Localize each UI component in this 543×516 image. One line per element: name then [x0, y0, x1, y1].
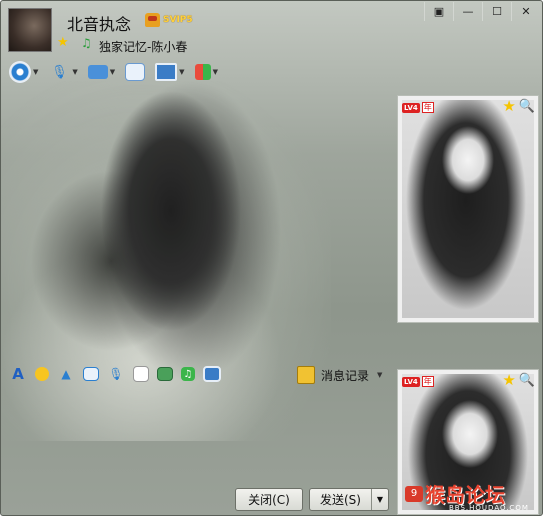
voice-message-icon[interactable]: 🎙 — [107, 365, 125, 383]
send-options-dropdown[interactable]: ▼ — [371, 489, 388, 510]
file-transfer-button[interactable]: ▼ — [87, 65, 115, 79]
svip-badge[interactable]: SVIP5 — [145, 13, 193, 27]
message-button[interactable] — [125, 63, 146, 81]
gold-star-icon[interactable]: ★ — [502, 373, 515, 388]
background-photo — [1, 81, 331, 441]
chevron-down-icon[interactable]: ▼ — [72, 68, 77, 76]
gold-star-icon[interactable]: ★ — [502, 99, 515, 114]
close-button[interactable]: 关闭(C) — [235, 488, 303, 511]
doodle-icon[interactable] — [133, 366, 149, 382]
magnifier-icon[interactable]: 🔍 — [519, 373, 535, 388]
contact-photo — [402, 100, 534, 318]
send-button[interactable]: 发送(S) ▼ — [309, 488, 389, 511]
year-badge: 年 — [421, 102, 434, 113]
window-shake-icon[interactable] — [83, 367, 99, 381]
message-history-label: 消息记录 — [321, 368, 370, 383]
svip-level: SVIP5 — [163, 15, 193, 25]
crown-icon — [145, 13, 160, 27]
microphone-icon: 🎙 — [51, 64, 68, 80]
close-window-button[interactable]: ✕ — [511, 2, 540, 21]
magnifier-icon[interactable]: 🔍 — [519, 99, 535, 114]
folder-icon — [87, 65, 108, 79]
watermark-url: BBS.HOUDAO.COM — [449, 504, 529, 512]
contact-nickname[interactable]: 北音执念 — [67, 11, 131, 35]
screenshot-icon[interactable] — [203, 366, 221, 382]
camera-icon — [9, 61, 31, 83]
card-icons: ★ 🔍 — [502, 99, 535, 115]
magic-icon[interactable]: ▲ — [57, 365, 75, 383]
star-icon[interactable]: ★ — [57, 36, 69, 49]
level-badge: LV4 年 — [402, 102, 434, 113]
signature: 独家记忆-陈小春 — [99, 40, 188, 54]
minimize-button[interactable]: — — [453, 2, 482, 21]
chevron-down-icon[interactable]: ▼ — [33, 68, 38, 76]
level-text: LV4 — [402, 102, 420, 113]
message-history-button[interactable]: 消息记录 ▼ — [297, 366, 382, 384]
input-toolbar: A ▲ 🎙 ♫ — [9, 365, 229, 383]
send-label: 发送(S) — [320, 493, 361, 507]
music-note-icon: ♫ — [81, 36, 92, 50]
contact-profile-card[interactable]: LV4 年 ★ 🔍 — [397, 95, 539, 323]
image-icon[interactable] — [157, 367, 173, 381]
menu-button[interactable]: ▣ — [424, 2, 453, 21]
chevron-down-icon[interactable]: ▼ — [110, 68, 115, 76]
chevron-down-icon[interactable]: ▼ — [377, 371, 382, 379]
chat-bubble-icon — [125, 63, 146, 81]
apps-button[interactable]: ▼ — [194, 64, 218, 80]
apps-grid-icon — [194, 64, 211, 80]
chevron-down-icon[interactable]: ▼ — [213, 68, 218, 76]
top-toolbar: ▼ 🎙 ▼ ▼ ▼ ▼ — [9, 61, 228, 83]
chevron-down-icon[interactable]: ▼ — [179, 68, 184, 76]
card-icons: ★ 🔍 — [502, 373, 535, 389]
font-icon[interactable]: A — [9, 365, 27, 383]
video-call-button[interactable]: ▼ — [9, 61, 38, 83]
level-text: LV4 — [402, 376, 420, 387]
voice-call-button[interactable]: 🎙 ▼ — [48, 61, 78, 83]
maximize-button[interactable]: ☐ — [482, 2, 511, 21]
window-controls: ▣ — ☐ ✕ — [424, 2, 540, 21]
monitor-icon — [155, 63, 178, 81]
emoji-icon[interactable] — [35, 367, 49, 381]
music-icon[interactable]: ♫ — [181, 367, 195, 381]
avatar[interactable] — [8, 8, 52, 52]
level-badge: LV4 年 — [402, 376, 434, 387]
remote-desktop-button[interactable]: ▼ — [155, 63, 185, 81]
history-icon — [297, 366, 315, 384]
house-icon: 9 — [405, 485, 423, 502]
year-badge: 年 — [421, 376, 434, 387]
chat-window: ▣ — ☐ ✕ 北音执念 SVIP5 ★ ♫ 独家记忆-陈小春 ▼ 🎙 ▼ ▼ … — [0, 0, 543, 516]
